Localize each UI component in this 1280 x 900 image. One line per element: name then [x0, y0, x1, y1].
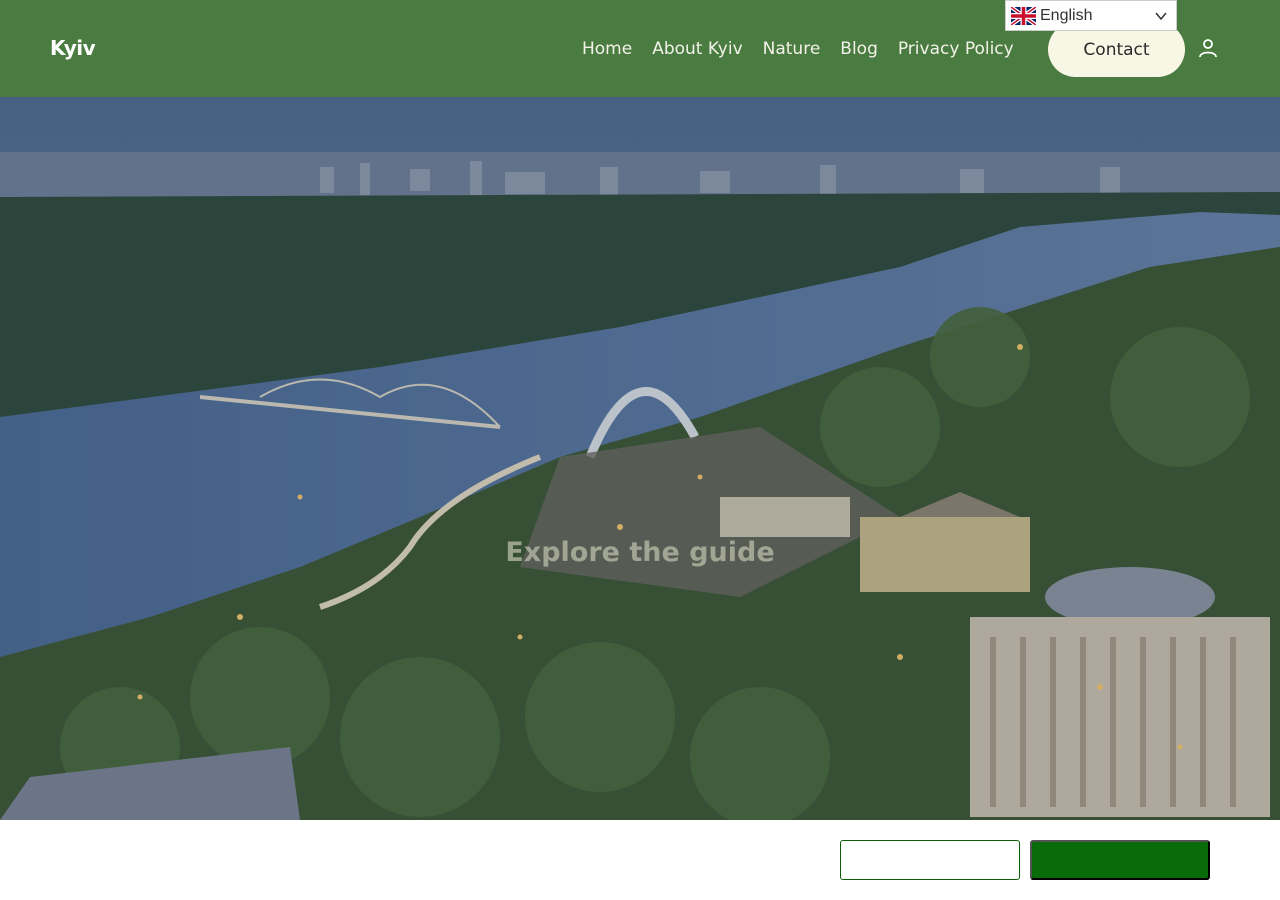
consent-primary-button[interactable]	[1030, 840, 1210, 880]
nav-home[interactable]: Home	[572, 38, 642, 60]
nav-privacy-policy[interactable]: Privacy Policy	[888, 38, 1024, 60]
language-selector[interactable]: English	[1005, 0, 1177, 31]
chevron-down-icon	[1155, 12, 1167, 21]
hero-section: Explore the guide	[0, 97, 1280, 820]
uk-flag-icon	[1011, 6, 1036, 25]
user-icon[interactable]	[1197, 37, 1219, 59]
hero-title: Explore the guide	[505, 537, 775, 568]
nav-nature[interactable]: Nature	[753, 38, 831, 60]
consent-secondary-button[interactable]	[840, 840, 1020, 880]
hero-city-image	[0, 97, 1280, 820]
cookie-consent-bar	[0, 820, 1280, 900]
nav-about-kyiv[interactable]: About Kyiv	[642, 38, 752, 60]
site-logo[interactable]: Kyiv	[50, 36, 96, 60]
language-label: English	[1040, 6, 1093, 24]
nav-blog[interactable]: Blog	[830, 38, 888, 60]
main-nav: Home About Kyiv Nature Blog Privacy Poli…	[572, 38, 1024, 60]
